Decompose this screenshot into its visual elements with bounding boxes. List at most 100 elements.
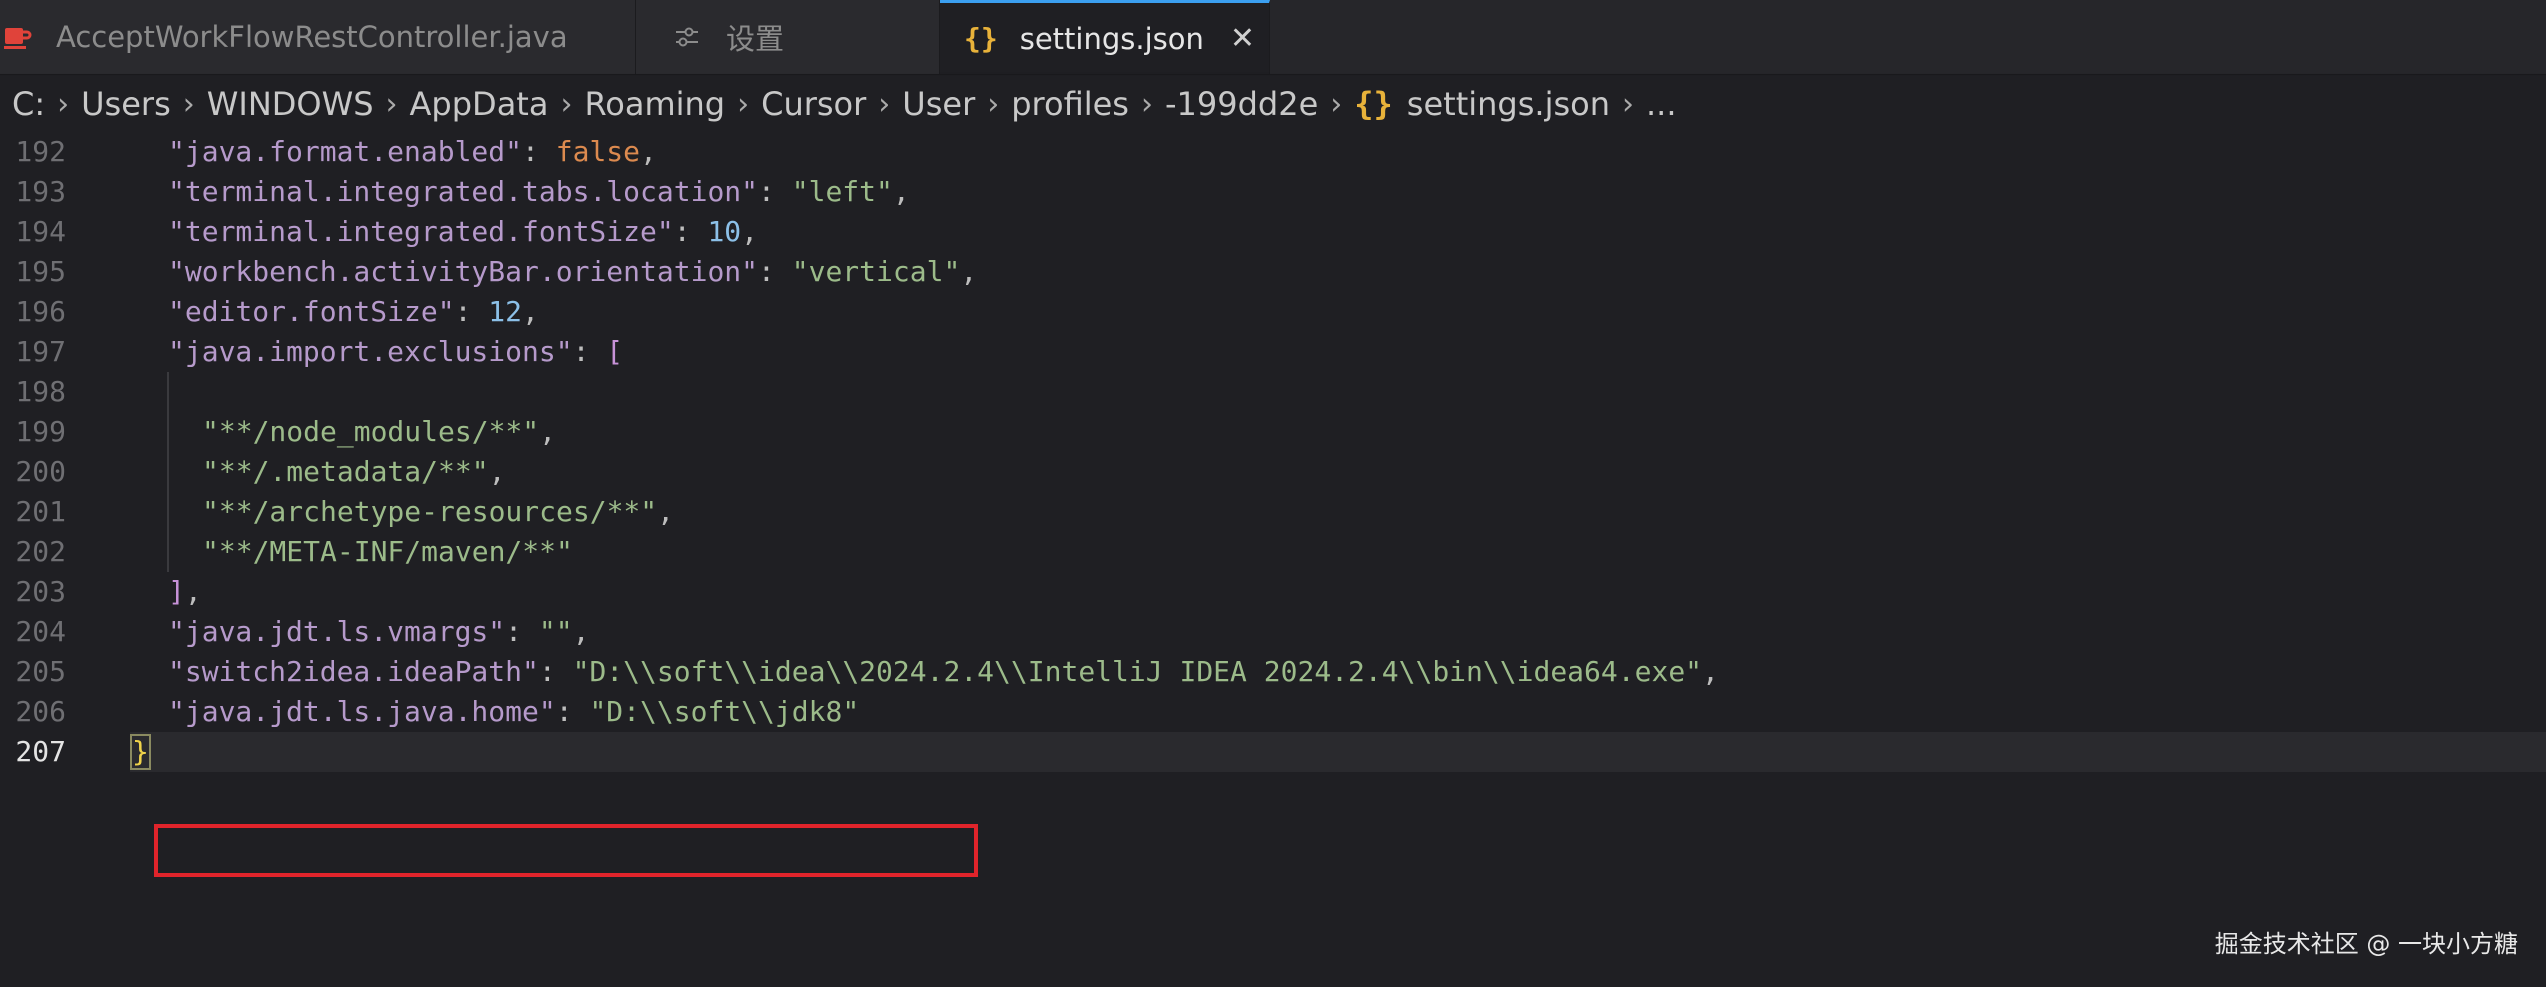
json-value: "vertical" [791, 255, 961, 288]
chevron-right-icon: › [737, 86, 750, 122]
json-comma: , [539, 415, 557, 448]
json-key: "terminal.integrated.tabs.location" [168, 175, 759, 208]
line-number: 194 [15, 215, 66, 248]
line-number: 201 [15, 495, 66, 528]
code-line: "editor.fontSize": 12, [168, 292, 539, 332]
watermark: 掘金技术社区 @ 一块小方糖 [2214, 930, 2518, 958]
tab-label: AcceptWorkFlowRestController.java [56, 20, 568, 54]
json-value: 10 [707, 215, 742, 248]
code-line: "switch2idea.ideaPath": "D:\\soft\\idea\… [168, 652, 1719, 692]
breadcrumb-cursor[interactable]: Cursor [761, 85, 866, 123]
line-number-current: 207 [15, 735, 66, 768]
json-separator: : [505, 615, 539, 648]
line-number: 195 [15, 255, 66, 288]
json-key: "workbench.activityBar.orientation" [168, 255, 759, 288]
line-number: 192 [15, 135, 66, 168]
json-comma: , [184, 575, 202, 608]
breadcrumb-roaming[interactable]: Roaming [584, 85, 725, 123]
json-bracket-close: ] [168, 575, 185, 608]
json-separator: : [555, 695, 590, 728]
json-separator: : [538, 655, 573, 688]
json-value: "D:\\soft\\idea\\2024.2.4\\IntelliJ IDEA… [572, 655, 1703, 688]
settings-sliders-icon [674, 22, 704, 52]
json-key: "switch2idea.ideaPath" [168, 655, 539, 688]
chevron-right-icon: › [560, 86, 573, 122]
json-key: "java.format.enabled" [168, 135, 523, 168]
line-number: 197 [15, 335, 66, 368]
json-separator: : [758, 255, 792, 288]
tab-label: 设置 [726, 22, 785, 56]
editor-tab-bar: AcceptWorkFlowRestController.java 设置 {} … [0, 0, 2546, 75]
line-number: 193 [15, 175, 66, 208]
line-number: 196 [15, 295, 66, 328]
code-line: "terminal.integrated.fontSize": 10, [168, 212, 758, 252]
breadcrumb-drive[interactable]: C: [12, 85, 45, 123]
line-number: 202 [15, 535, 66, 568]
json-separator: : [572, 335, 607, 368]
json-value: "left" [791, 175, 893, 208]
chevron-right-icon: › [57, 86, 70, 122]
json-bracket-open: [ [606, 335, 624, 368]
json-comma: , [741, 215, 759, 248]
tab-label: settings.json [1019, 21, 1204, 56]
json-comma: , [640, 135, 657, 168]
code-line: "terminal.integrated.tabs.location": "le… [168, 172, 910, 212]
code-line: "java.format.enabled": false, [168, 132, 657, 172]
tab-accept-workflow-controller[interactable]: AcceptWorkFlowRestController.java [0, 0, 636, 74]
breadcrumb-file[interactable]: settings.json [1407, 85, 1610, 123]
breadcrumb-profiles[interactable]: profiles [1011, 85, 1129, 123]
line-number: 206 [15, 695, 66, 728]
code-editor[interactable]: 192 193 194 195 196 197 198 199 200 201 … [0, 132, 2546, 987]
json-comma: , [572, 615, 590, 648]
line-number: 203 [15, 575, 66, 608]
breadcrumb-symbols[interactable]: ... [1646, 85, 1677, 123]
json-braces-icon: {} [1354, 85, 1393, 123]
json-comma: , [657, 495, 675, 528]
json-separator: : [522, 135, 556, 168]
code-line: "**/archetype-resources/**", [202, 492, 674, 532]
breadcrumb-appdata[interactable]: AppData [410, 85, 549, 123]
json-value: "**/META-INF/maven/**" [202, 535, 573, 568]
json-key: "terminal.integrated.fontSize" [168, 215, 674, 248]
line-number-gutter: 192 193 194 195 196 197 198 199 200 201 … [0, 132, 130, 987]
breadcrumb-profile-id[interactable]: -199dd2e [1165, 85, 1318, 123]
breadcrumb: C: › Users › WINDOWS › AppData › Roaming… [0, 76, 2546, 132]
chevron-right-icon: › [1622, 86, 1634, 122]
annotation-highlight-box [154, 824, 978, 877]
json-comma: , [892, 175, 910, 208]
java-file-icon [0, 20, 34, 54]
json-key: "java.jdt.ls.vmargs" [168, 615, 506, 648]
indent-guide [167, 372, 169, 572]
tab-settings-json[interactable]: {} settings.json ✕ [940, 0, 1270, 74]
json-key: "java.jdt.ls.java.home" [168, 695, 556, 728]
json-value: "**/.metadata/**" [202, 455, 489, 488]
json-value: false [555, 135, 641, 168]
json-value: "" [538, 615, 573, 648]
json-value: "**/archetype-resources/**" [202, 495, 658, 528]
code-line: } [130, 732, 151, 772]
breadcrumb-windows[interactable]: WINDOWS [207, 85, 374, 123]
tab-settings-ui[interactable]: 设置 [636, 0, 940, 74]
line-number: 204 [15, 615, 66, 648]
json-comma: , [488, 455, 506, 488]
json-value: "D:\\soft\\jdk8" [589, 695, 860, 728]
json-value: "**/node_modules/**" [202, 415, 540, 448]
chevron-right-icon: › [987, 86, 1000, 122]
json-comma: , [1702, 655, 1719, 688]
line-number: 198 [15, 375, 66, 408]
code-line: "**/META-INF/maven/**" [202, 532, 573, 572]
line-number: 199 [15, 415, 66, 448]
chevron-right-icon: › [1330, 86, 1343, 122]
breadcrumb-users[interactable]: Users [81, 85, 171, 123]
json-braces-icon: {} [964, 22, 998, 55]
json-comma: , [522, 295, 539, 328]
chevron-right-icon: › [385, 86, 398, 122]
json-value: 12 [488, 295, 523, 328]
json-separator: : [454, 295, 489, 328]
code-line: "**/node_modules/**", [202, 412, 556, 452]
line-number: 200 [15, 455, 66, 488]
breadcrumb-user[interactable]: User [902, 85, 975, 123]
line-number: 205 [15, 655, 66, 688]
close-icon[interactable]: ✕ [1230, 21, 1255, 56]
code-line: "**/.metadata/**", [202, 452, 505, 492]
